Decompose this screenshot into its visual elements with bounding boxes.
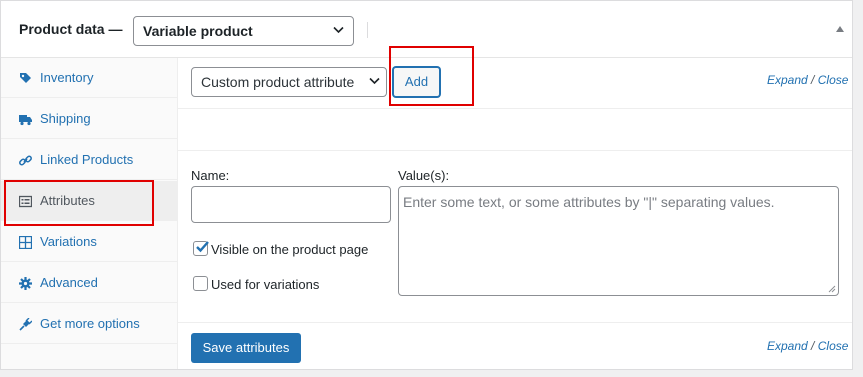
resize-handle-icon[interactable] <box>828 285 836 293</box>
link-separator: / <box>811 73 815 87</box>
checkmark-icon <box>196 241 209 253</box>
tab-linked-products[interactable]: Linked Products <box>1 140 178 180</box>
name-label: Name: <box>191 168 230 183</box>
tab-label: Advanced <box>40 275 98 290</box>
link-separator: / <box>811 339 815 353</box>
attribute-select-value: Custom product attribute <box>201 74 355 90</box>
divider <box>178 322 852 323</box>
grid-icon <box>19 236 32 249</box>
plugin-icon <box>19 318 32 331</box>
tag-icon <box>20 73 31 83</box>
highlight-add-button <box>389 46 474 106</box>
values-placeholder: Enter some text, or some attributes by "… <box>403 194 775 210</box>
attribute-select[interactable]: Custom product attribute <box>191 67 387 97</box>
product-type-value: Variable product <box>143 23 253 39</box>
chevron-down-icon <box>369 77 380 85</box>
close-link[interactable]: Close <box>818 73 849 87</box>
tab-label: Linked Products <box>40 152 134 167</box>
highlight-attributes-tab <box>4 180 154 226</box>
tab-inventory[interactable]: Inventory <box>1 58 178 98</box>
visible-checkbox-label[interactable]: Visible on the product page <box>211 242 368 257</box>
gear-icon <box>19 277 32 290</box>
tab-label: Shipping <box>40 111 91 126</box>
tab-label: Inventory <box>40 70 94 85</box>
attributes-panel: Custom product attribute Add Expand / Cl… <box>178 58 852 369</box>
chevron-down-icon <box>333 26 344 34</box>
tab-label: Variations <box>40 234 97 249</box>
truck-icon <box>19 115 32 126</box>
divider <box>178 108 852 109</box>
attribute-values-textarea[interactable]: Enter some text, or some attributes by "… <box>398 186 839 296</box>
expand-link[interactable]: Expand <box>767 73 808 87</box>
attribute-name-input[interactable] <box>191 186 391 223</box>
expand-close-links-bottom: Expand / Close <box>767 339 848 353</box>
variations-checkbox[interactable] <box>193 276 208 291</box>
link-icon <box>19 155 32 166</box>
divider <box>178 150 852 151</box>
product-data-title: Product data — <box>19 21 123 37</box>
save-attributes-button[interactable]: Save attributes <box>191 333 301 363</box>
collapse-toggle-icon[interactable] <box>836 26 844 32</box>
tab-label: Get more options <box>40 316 140 331</box>
expand-link[interactable]: Expand <box>767 339 808 353</box>
tab-advanced[interactable]: Advanced <box>1 263 178 303</box>
product-type-select[interactable]: Variable product <box>133 16 354 46</box>
tab-variations[interactable]: Variations <box>1 222 178 262</box>
tab-get-more-options[interactable]: Get more options <box>1 304 178 344</box>
expand-close-links-top: Expand / Close <box>767 73 848 87</box>
visible-checkbox[interactable] <box>193 241 209 256</box>
header-separator <box>367 22 368 38</box>
values-label: Value(s): <box>398 168 450 183</box>
tab-shipping[interactable]: Shipping <box>1 99 178 139</box>
variations-checkbox-label[interactable]: Used for variations <box>211 277 319 292</box>
close-link[interactable]: Close <box>818 339 849 353</box>
